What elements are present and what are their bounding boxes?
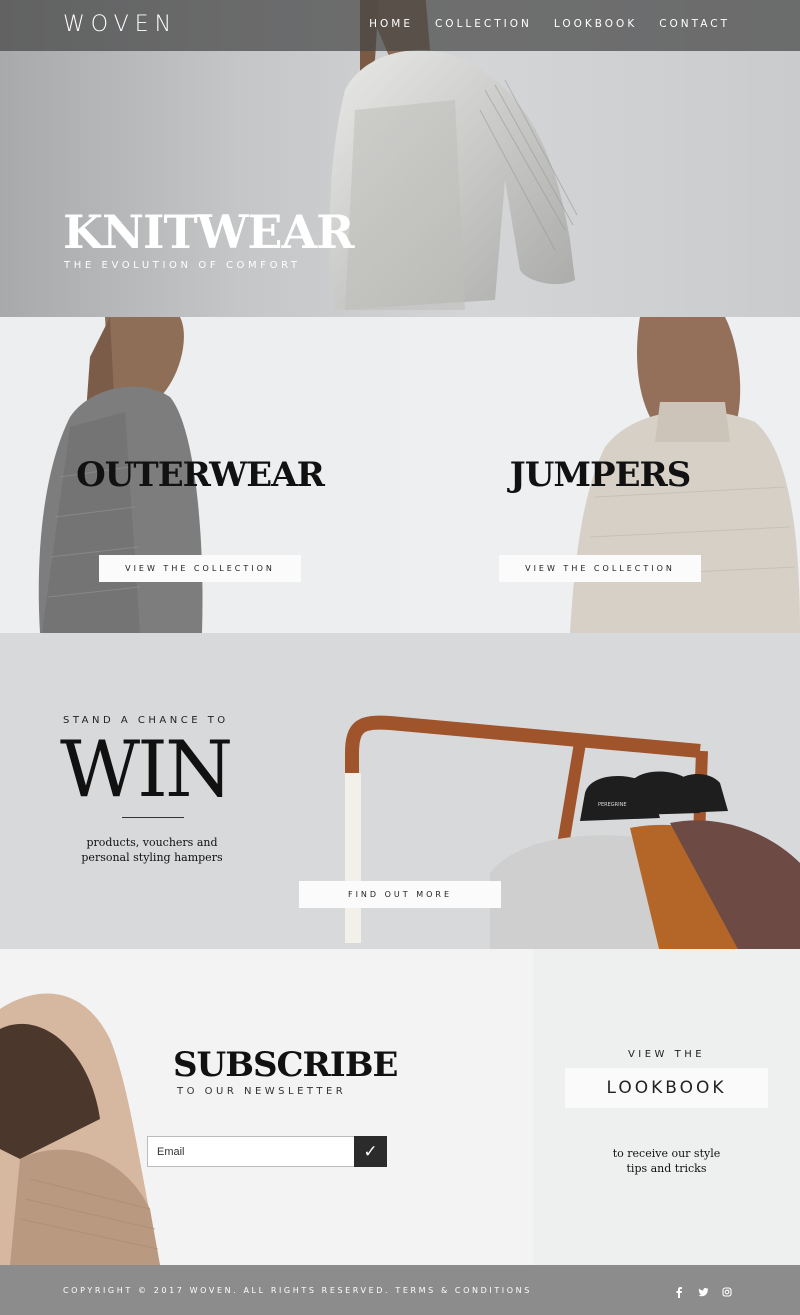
footer-copyright: COPYRIGHT © 2017 WOVEN. ALL RIGHTS RESER… bbox=[63, 1286, 532, 1295]
twitter-icon[interactable] bbox=[698, 1283, 709, 1297]
subscribe-subtitle: TO OUR NEWSLETTER bbox=[177, 1086, 347, 1097]
category-panel-jumpers: JUMPERS VIEW THE COLLECTION bbox=[400, 317, 800, 633]
promo-description: products, vouchers and personal styling … bbox=[52, 835, 252, 865]
subscribe-section: SUBSCRIBE TO OUR NEWSLETTER ✓ bbox=[0, 949, 533, 1265]
promo-title: WIN bbox=[60, 725, 233, 815]
hero-subtitle: THE EVOLUTION OF COMFORT bbox=[64, 260, 301, 271]
hero-section: WOVEN HOME COLLECTION LOOKBOOK CONTACT K… bbox=[0, 0, 800, 317]
facebook-icon[interactable] bbox=[674, 1283, 684, 1298]
nav-lookbook[interactable]: LOOKBOOK bbox=[554, 18, 637, 30]
subscribe-title: SUBSCRIBE bbox=[173, 1045, 398, 1085]
lookbook-description-line-1: to receive our style bbox=[612, 1147, 721, 1160]
promo-description-line-1: products, vouchers and bbox=[86, 836, 218, 849]
email-field[interactable] bbox=[147, 1136, 355, 1167]
page: WOVEN HOME COLLECTION LOOKBOOK CONTACT K… bbox=[0, 0, 800, 1315]
terms-link[interactable]: TERMS & CONDITIONS bbox=[395, 1286, 532, 1295]
lookbook-section: VIEW THE LOOKBOOK to receive our style t… bbox=[533, 949, 800, 1265]
subscribe-submit-button[interactable]: ✓ bbox=[354, 1136, 387, 1167]
main-nav: HOME COLLECTION LOOKBOOK CONTACT bbox=[369, 18, 730, 30]
footer: COPYRIGHT © 2017 WOVEN. ALL RIGHTS RESER… bbox=[0, 1265, 800, 1315]
hero-title: KNITWEAR bbox=[63, 205, 354, 259]
checkmark-icon: ✓ bbox=[363, 1141, 378, 1162]
top-navigation-bar: WOVEN HOME COLLECTION LOOKBOOK CONTACT bbox=[0, 0, 800, 51]
nav-contact[interactable]: CONTACT bbox=[659, 18, 730, 30]
outerwear-view-collection-button[interactable]: VIEW THE COLLECTION bbox=[99, 555, 301, 582]
subscribe-model-image bbox=[0, 993, 160, 1265]
promo-description-line-2: personal styling hampers bbox=[81, 851, 223, 864]
category-panel-outerwear: OUTERWEAR VIEW THE COLLECTION bbox=[0, 317, 400, 633]
jumpers-title: JUMPERS bbox=[509, 455, 692, 495]
hanger-label: PEREGRINE bbox=[598, 802, 627, 808]
lookbook-description: to receive our style tips and tricks bbox=[533, 1146, 800, 1176]
social-links bbox=[674, 1283, 732, 1298]
nav-collection[interactable]: COLLECTION bbox=[435, 18, 532, 30]
jumpers-view-collection-button[interactable]: VIEW THE COLLECTION bbox=[499, 555, 701, 582]
instagram-icon[interactable] bbox=[722, 1283, 732, 1297]
clothing-rack-image: PEREGRINE bbox=[345, 715, 800, 949]
promo-section: PEREGRINE STAND A CHANCE TO WIN products… bbox=[0, 633, 800, 949]
copyright-text: COPYRIGHT © 2017 WOVEN. ALL RIGHTS RESER… bbox=[63, 1286, 391, 1295]
lookbook-button[interactable]: LOOKBOOK bbox=[565, 1068, 768, 1108]
find-out-more-button[interactable]: FIND OUT MORE bbox=[299, 881, 501, 908]
outerwear-title: OUTERWEAR bbox=[76, 455, 325, 495]
brand-logo[interactable]: WOVEN bbox=[63, 12, 177, 37]
lookbook-kicker: VIEW THE bbox=[627, 1049, 706, 1060]
promo-divider bbox=[122, 817, 184, 818]
lookbook-description-line-2: tips and tricks bbox=[626, 1162, 707, 1175]
nav-home[interactable]: HOME bbox=[369, 18, 413, 30]
